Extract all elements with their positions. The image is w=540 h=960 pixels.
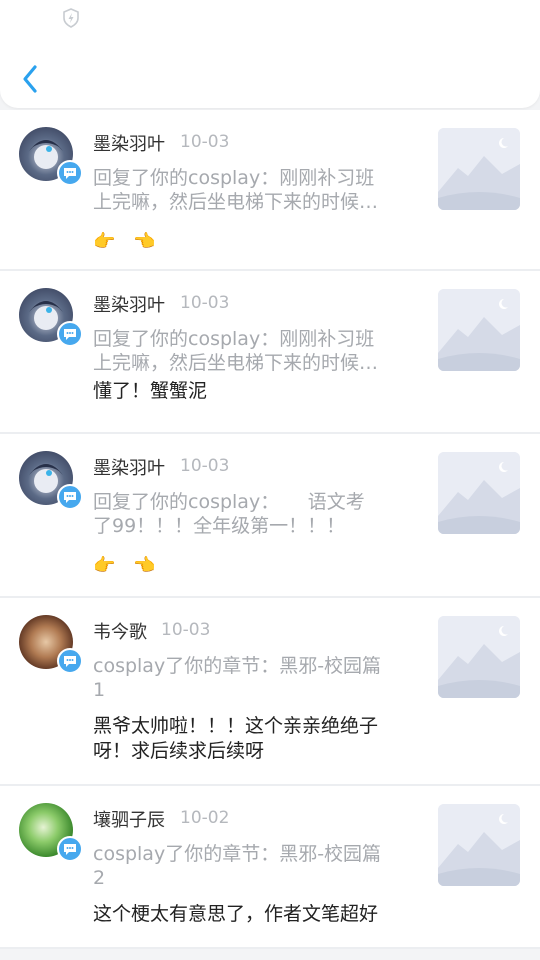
user-name[interactable]: 墨染羽叶 <box>93 291 165 317</box>
user-name[interactable]: 墨染羽叶 <box>93 454 165 480</box>
message-badge-icon <box>57 836 83 862</box>
date: 10-02 <box>180 808 230 828</box>
reply-line: 回复了你的cosplay： 语文考 <box>93 491 365 513</box>
reply-text: 回复了你的cosplay： 语文考 了99！！！全年级第一！！！ <box>93 490 413 538</box>
comment-line: 呀！求后续求后续呀 <box>93 740 265 762</box>
reply-line: 回复了你的cosplay：刚刚补习班 <box>93 167 375 189</box>
shield-bolt-icon <box>63 8 79 28</box>
comment-text: 这个梗太有意思了，作者文笔超好 <box>93 903 379 925</box>
notification-list: 墨染羽叶 10-03 回复了你的cosplay：刚刚补习班 上完嘛，然后坐电梯下… <box>0 110 540 949</box>
date: 10-03 <box>180 456 230 476</box>
reply-line: 回复了你的cosplay：刚刚补习班 <box>93 328 375 350</box>
user-name[interactable]: 墨染羽叶 <box>93 130 165 156</box>
notification-item[interactable]: 墨染羽叶 10-03 回复了你的cosplay： 语文考 了99！！！全年级第一… <box>0 434 540 598</box>
comment-text: 黑爷太帅啦！！！这个亲亲绝绝子 呀！求后续求后续呀 <box>93 714 378 764</box>
comment-text: 👉 👈 <box>93 555 156 576</box>
post-thumbnail[interactable] <box>438 616 520 698</box>
message-badge-icon <box>57 160 83 186</box>
notification-item[interactable]: 韦今歌 10-03 cosplay了你的章节：黑邪-校园篇 1 黑爷太帅啦！！！… <box>0 598 540 786</box>
post-thumbnail[interactable] <box>438 128 520 210</box>
notification-item[interactable]: 墨染羽叶 10-03 回复了你的cosplay：刚刚补习班 上完嘛，然后坐电梯下… <box>0 110 540 271</box>
message-badge-icon <box>57 484 83 510</box>
date: 10-03 <box>180 132 230 152</box>
comment-emoji: 👉 👈 <box>93 551 174 577</box>
post-thumbnail[interactable] <box>438 289 520 371</box>
notification-item[interactable]: 墨染羽叶 10-03 回复了你的cosplay：刚刚补习班 上完嘛，然后坐电梯下… <box>0 271 540 434</box>
reply-text: 回复了你的cosplay：刚刚补习班 上完嘛，然后坐电梯下来的时候… <box>93 327 413 375</box>
comment-text: 懂了！蟹蟹泥 <box>93 380 208 402</box>
reply-line: 上完嘛，然后坐电梯下来的时候… <box>93 352 379 374</box>
post-thumbnail[interactable] <box>438 804 520 886</box>
reply-line: 了99！！！全年级第一！！！ <box>93 515 346 537</box>
comment-emoji: 👉 👈 <box>93 227 174 253</box>
user-name[interactable]: 壤驷子辰 <box>93 806 165 832</box>
reply-text: cosplay了你的章节：黑邪-校园篇 1 <box>93 654 413 702</box>
message-badge-icon <box>57 648 83 674</box>
comment-text: 👉 👈 <box>93 231 156 252</box>
message-badge-icon <box>57 321 83 347</box>
reply-text: cosplay了你的章节：黑邪-校园篇 2 <box>93 842 413 890</box>
notification-item[interactable]: 壤驷子辰 10-02 cosplay了你的章节：黑邪-校园篇 2 这个梗太有意思… <box>0 786 540 949</box>
reply-line: 1 <box>93 679 106 701</box>
top-nav-bar <box>0 0 540 108</box>
reply-text: 回复了你的cosplay：刚刚补习班 上完嘛，然后坐电梯下来的时候… <box>93 166 413 214</box>
date: 10-03 <box>161 620 211 640</box>
user-name[interactable]: 韦今歌 <box>93 618 147 644</box>
reply-line: cosplay了你的章节：黑邪-校园篇 <box>93 655 382 677</box>
back-chevron-icon[interactable] <box>16 62 46 96</box>
reply-line: 2 <box>93 867 106 889</box>
date: 10-03 <box>180 293 230 313</box>
post-thumbnail[interactable] <box>438 452 520 534</box>
reply-line: 上完嘛，然后坐电梯下来的时候… <box>93 191 379 213</box>
reply-line: cosplay了你的章节：黑邪-校园篇 <box>93 843 382 865</box>
comment-line: 黑爷太帅啦！！！这个亲亲绝绝子 <box>93 715 379 737</box>
